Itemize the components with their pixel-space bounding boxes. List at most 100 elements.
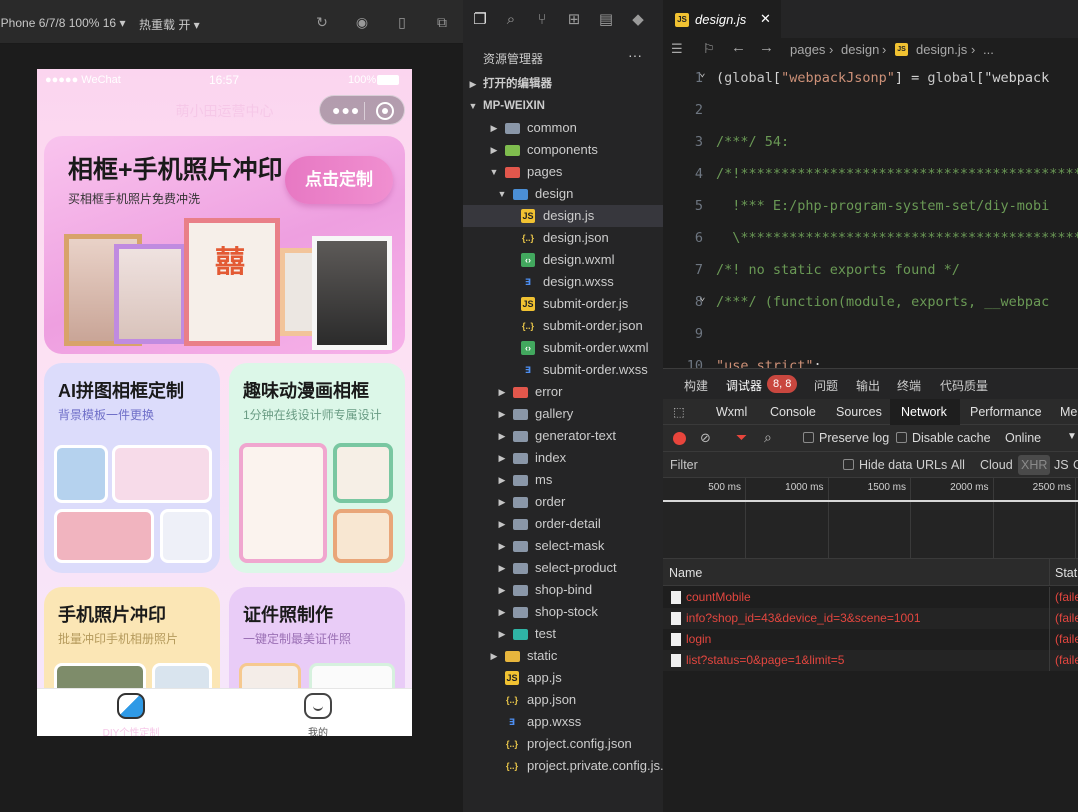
hot-reload-toggle[interactable]: 热重载 开 ▾	[139, 16, 200, 33]
more-actions-icon[interactable]: ···	[628, 47, 642, 63]
tab-wxml[interactable]: Wxml	[716, 405, 747, 419]
file-item[interactable]: {..} project.config.json	[463, 733, 663, 755]
extensions-icon[interactable]: ⊞	[565, 11, 583, 29]
file-item[interactable]: {..} submit-order.json	[463, 315, 663, 337]
filter-js[interactable]: JS	[1054, 458, 1069, 472]
tab-terminal[interactable]: 终端	[897, 377, 921, 394]
fold-chevron-icon[interactable]: ⌄	[699, 290, 706, 303]
file-item[interactable]: {..} design.json	[463, 227, 663, 249]
breadcrumb-item[interactable]: design.js	[916, 42, 967, 57]
column-status[interactable]: Statu	[1055, 566, 1078, 580]
folder-item[interactable]: ▶ order-detail	[463, 513, 663, 535]
chevron-right-icon[interactable]: ▶	[497, 469, 507, 491]
chevron-right-icon[interactable]: ▶	[497, 623, 507, 645]
folder-item[interactable]: ▶ index	[463, 447, 663, 469]
hide-data-urls-checkbox[interactable]: Hide data URLs	[843, 458, 947, 472]
close-miniprogram-icon[interactable]	[376, 102, 394, 120]
filter-cloud[interactable]: Cloud	[980, 458, 1013, 472]
tab-debugger[interactable]: 调试器	[726, 377, 763, 400]
folder-item[interactable]: ▶ generator-text	[463, 425, 663, 447]
chevron-right-icon[interactable]: ▶	[497, 601, 507, 623]
record-icon[interactable]	[673, 432, 686, 445]
file-item[interactable]: ‹› design.wxml	[463, 249, 663, 271]
anime-frame-tile[interactable]: 趣味动漫画相框 1分钟在线设计师专属设计	[229, 363, 405, 573]
folder-item[interactable]: ▶ static	[463, 645, 663, 667]
folder-item[interactable]: ▶ gallery	[463, 403, 663, 425]
filter-icon[interactable]: ⏷	[736, 429, 747, 446]
file-item[interactable]: JS app.js	[463, 667, 663, 689]
close-icon[interactable]: ✕	[760, 11, 771, 27]
filter-all[interactable]: All	[951, 458, 965, 472]
open-editors-section[interactable]: ▶ 打开的编辑器	[463, 73, 663, 95]
inspect-icon[interactable]: ⬚	[673, 404, 685, 419]
request-row[interactable]: list?status=0&page=1&limit=5 (faile	[663, 650, 1078, 671]
folder-item[interactable]: ▶ ms	[463, 469, 663, 491]
source-control-icon[interactable]: ⑂	[533, 11, 551, 29]
request-row[interactable]: countMobile (faile	[663, 587, 1078, 608]
tab-code-quality[interactable]: 代码质量	[940, 377, 988, 394]
tab-network[interactable]: Network	[901, 405, 947, 419]
refresh-icon[interactable]: ↻	[314, 14, 330, 30]
throttling-select[interactable]: Online ▼	[1005, 431, 1077, 445]
docker-icon[interactable]: ◆	[629, 11, 647, 29]
tab-build[interactable]: 构建	[684, 377, 708, 394]
file-item[interactable]: JS submit-order.js	[463, 293, 663, 315]
tab-output[interactable]: 输出	[856, 377, 880, 394]
capsule-menu[interactable]: ●●●	[319, 95, 405, 125]
search-icon[interactable]: ⌕	[764, 429, 772, 446]
tab-console[interactable]: Console	[770, 405, 816, 419]
chevron-right-icon[interactable]: ▶	[497, 535, 507, 557]
chevron-right-icon[interactable]: ▶	[489, 117, 499, 139]
folder-item[interactable]: ▶ order	[463, 491, 663, 513]
folder-item[interactable]: ▶ shop-bind	[463, 579, 663, 601]
search-icon[interactable]: ⌕	[502, 11, 520, 29]
chevron-right-icon[interactable]: ▶	[497, 557, 507, 579]
filter-xhr[interactable]: XHR	[1018, 455, 1051, 475]
breadcrumb-item[interactable]: ...	[983, 42, 994, 57]
chevron-right-icon[interactable]: ▶	[489, 645, 499, 667]
device-selector[interactable]: iPhone 6/7/8 100% 16 ▾	[0, 16, 125, 30]
chevron-down-icon[interactable]: ▼	[497, 183, 507, 205]
file-item[interactable]: {..} app.json	[463, 689, 663, 711]
files-icon[interactable]: ❐	[471, 11, 489, 29]
tab-mine[interactable]: 我的	[270, 689, 366, 736]
folder-item[interactable]: ▶ error	[463, 381, 663, 403]
phone-icon[interactable]: ▯	[394, 14, 410, 30]
folder-item[interactable]: ▼ pages	[463, 161, 663, 183]
folder-item[interactable]: ▼ design	[463, 183, 663, 205]
disable-cache-checkbox[interactable]: Disable cache	[896, 431, 991, 445]
chevron-right-icon[interactable]: ▶	[497, 425, 507, 447]
tab-problems[interactable]: 问题	[814, 377, 838, 394]
filter-css[interactable]: C	[1073, 458, 1078, 472]
tab-performance[interactable]: Performance	[970, 405, 1042, 419]
list-icon[interactable]: ☰	[671, 41, 683, 57]
code-editor[interactable]: 1 (global["webpackJsonp"] = global["webpa…	[663, 62, 1078, 368]
chevron-right-icon[interactable]: ▶	[497, 491, 507, 513]
forward-icon[interactable]: →	[759, 39, 774, 56]
tab-diy[interactable]: DIY个性定制	[83, 689, 179, 736]
file-item[interactable]: JS design.js	[463, 205, 663, 227]
folder-item[interactable]: ▶ components	[463, 139, 663, 161]
file-item[interactable]: ∃ app.wxss	[463, 711, 663, 733]
clear-icon[interactable]: ⊘	[700, 430, 711, 446]
folder-item[interactable]: ▶ test	[463, 623, 663, 645]
breadcrumb-item[interactable]: design	[841, 42, 879, 57]
chevron-right-icon[interactable]: ▶	[497, 513, 507, 535]
customize-button[interactable]: 点击定制	[285, 156, 393, 204]
chevron-right-icon[interactable]: ▶	[497, 403, 507, 425]
chevron-down-icon[interactable]: ▼	[489, 161, 499, 183]
file-item[interactable]: ∃ design.wxss	[463, 271, 663, 293]
tab-sources[interactable]: Sources	[836, 405, 882, 419]
more-dots-icon[interactable]: ●●●	[332, 102, 360, 118]
chevron-right-icon[interactable]: ▶	[497, 579, 507, 601]
detach-window-icon[interactable]: ⧉	[434, 14, 450, 30]
network-timeline[interactable]: 500 ms 1000 ms 1500 ms 2000 ms 2500 ms	[663, 478, 1078, 559]
column-name[interactable]: Name	[669, 566, 702, 580]
tab-memory[interactable]: Me	[1060, 405, 1077, 419]
filter-input[interactable]: Filter	[663, 452, 829, 477]
file-item[interactable]: ‹› submit-order.wxml	[463, 337, 663, 359]
bookmark-icon[interactable]: ⚐	[703, 41, 715, 57]
folder-item[interactable]: ▶ select-mask	[463, 535, 663, 557]
back-icon[interactable]: ←	[731, 39, 746, 56]
chevron-right-icon[interactable]: ▶	[497, 447, 507, 469]
